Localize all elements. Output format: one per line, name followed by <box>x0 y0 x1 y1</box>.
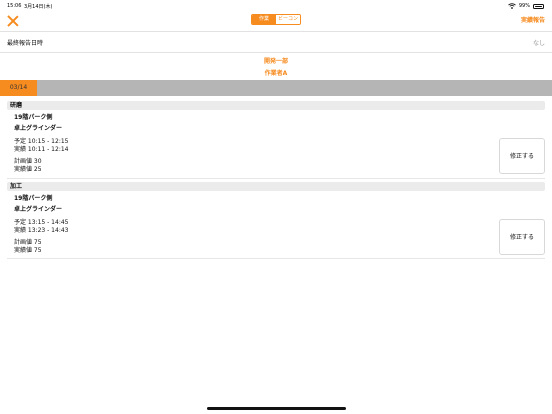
close-icon[interactable] <box>6 14 20 28</box>
task-section: 加工 19階パーク側 卓上グラインダー 予定 13:15 - 14:45 実績 … <box>7 182 545 260</box>
date-tab-bar: 03/14 <box>0 80 552 96</box>
actual-value: 実績値 25 <box>14 166 42 173</box>
status-right: 99% <box>508 3 544 9</box>
status-time: 15:06 <box>7 3 22 9</box>
segmented-control: 作業 ビーコン <box>251 14 301 25</box>
actual-value: 実績値 75 <box>14 247 42 254</box>
tab-date-0314[interactable]: 03/14 <box>0 80 37 96</box>
divider <box>0 52 552 53</box>
divider <box>7 258 545 259</box>
segment-beacon[interactable]: ビーコン <box>276 15 300 24</box>
fix-button[interactable]: 修正する <box>499 138 545 174</box>
nav-bar: 作業 ビーコン 実績報告 <box>0 11 552 31</box>
status-date: 3月14日(木) <box>24 4 53 10</box>
task-tool: 卓上グラインダー <box>14 125 63 132</box>
section-header: 加工 <box>7 182 545 191</box>
actual-time: 実績 13:23 - 14:43 <box>14 227 69 234</box>
worker-label: 作業者A <box>264 70 288 77</box>
segment-work[interactable]: 作業 <box>252 15 276 24</box>
task-tool: 卓上グラインダー <box>14 206 63 213</box>
last-report-label: 最終報告日時 <box>7 40 44 47</box>
battery-icon <box>533 3 544 9</box>
report-button[interactable]: 実績報告 <box>521 15 545 24</box>
fix-button[interactable]: 修正する <box>499 219 545 255</box>
battery-percent: 99% <box>518 3 530 9</box>
status-bar: 15:06 3月14日(木) 99% <box>0 0 552 11</box>
last-report-value: なし <box>532 40 545 47</box>
actual-time: 実績 10:11 - 12:14 <box>14 146 69 153</box>
last-report-row: 最終報告日時 なし <box>0 31 552 52</box>
divider <box>7 178 545 179</box>
task-section: 研磨 19階パーク側 卓上グラインダー 予定 10:15 - 12:15 実績 … <box>7 101 545 179</box>
task-place: 19階パーク側 <box>14 114 53 121</box>
wifi-icon <box>508 3 516 9</box>
task-place: 19階パーク側 <box>14 195 53 202</box>
department-label: 開発一部 <box>263 58 288 65</box>
home-indicator[interactable] <box>207 407 346 410</box>
section-header: 研磨 <box>7 101 545 110</box>
